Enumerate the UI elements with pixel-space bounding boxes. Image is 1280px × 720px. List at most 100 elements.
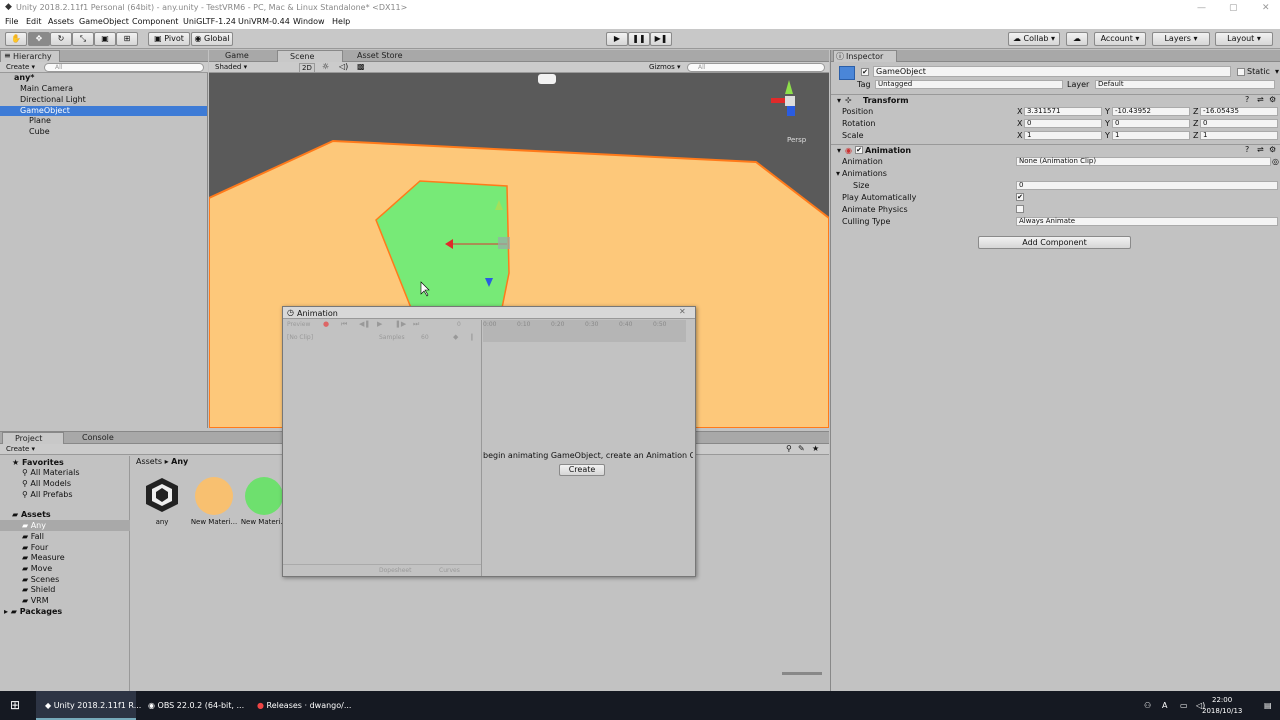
rect-tool-icon[interactable]: ▣ — [94, 32, 116, 46]
taskbar-item-chrome[interactable]: ● Releases · dwango/... — [257, 691, 351, 720]
menu-gameobject[interactable]: GameObject — [79, 17, 129, 26]
folder-item-scenes[interactable]: ▰ Scenes — [22, 575, 59, 584]
position-z-field[interactable]: -16.05435 — [1200, 107, 1278, 116]
preview-button[interactable]: Preview — [287, 321, 310, 328]
favorite-star-icon[interactable]: ★ — [812, 444, 819, 453]
last-key-icon[interactable]: ⏭ — [413, 320, 419, 329]
next-key-icon[interactable]: ❚▶ — [395, 320, 406, 328]
global-button[interactable]: ◉ Global — [191, 32, 233, 46]
samples-field[interactable]: 60 — [421, 334, 429, 341]
pause-button[interactable]: ❚❚ — [628, 32, 650, 46]
material-green-icon[interactable] — [245, 477, 283, 515]
menu-uniGLTF[interactable]: UniGLTF-1.24 — [183, 17, 236, 26]
add-event-icon[interactable]: ❙ — [469, 333, 475, 341]
rotate-tool-icon[interactable]: ↻ — [50, 32, 72, 46]
assets-header[interactable]: ▰ Assets — [12, 510, 51, 519]
frame-field[interactable]: 0 — [457, 321, 461, 328]
animation-settings-icon[interactable]: ⚙ — [1269, 145, 1276, 154]
taskbar-item-obs[interactable]: ◉ OBS 22.0.2 (64-bit, ... — [148, 691, 244, 720]
scene-orientation-gizmo[interactable] — [769, 78, 813, 122]
clock-time[interactable]: 22:00 — [1212, 696, 1232, 704]
folder-item-measure[interactable]: ▰ Measure — [22, 553, 65, 562]
hierarchy-item-main-camera[interactable]: Main Camera — [0, 84, 207, 94]
hand-tool-icon[interactable]: ✋ — [5, 32, 27, 46]
taskbar-item-unity[interactable]: ◆ Unity 2018.2.11f1 R... — [45, 691, 141, 720]
rotation-x-field[interactable]: 0 — [1024, 119, 1102, 128]
hierarchy-search-input[interactable]: All — [44, 63, 204, 72]
first-key-icon[interactable]: ⏮ — [341, 320, 347, 329]
transform-foldout-icon[interactable]: ▾ — [837, 96, 841, 105]
layout-dropdown[interactable]: Layout ▾ — [1215, 32, 1273, 46]
rotation-y-field[interactable]: 0 — [1112, 119, 1190, 128]
scene-search-input[interactable]: All — [687, 63, 825, 72]
object-picker-icon[interactable]: ◎ — [1272, 157, 1279, 166]
move-tool-icon[interactable]: ✥ — [28, 32, 50, 46]
animation-close-icon[interactable]: ✕ — [679, 307, 686, 316]
menu-edit[interactable]: Edit — [26, 17, 42, 26]
rotation-z-field[interactable]: 0 — [1200, 119, 1278, 128]
clip-dropdown[interactable]: [No Clip] — [287, 334, 313, 341]
folder-item-any[interactable]: ▰ Any — [22, 521, 46, 530]
material-orange-icon[interactable] — [195, 477, 233, 515]
layer-dropdown[interactable]: Default — [1095, 80, 1275, 89]
play-anim-icon[interactable]: ▶ — [377, 320, 382, 328]
network-icon[interactable]: ▭ — [1180, 691, 1188, 720]
effects-toggle-icon[interactable]: ▩ — [357, 62, 365, 71]
animation-foldout-icon[interactable]: ▾ — [837, 146, 841, 155]
play-automatically-checkbox[interactable]: ✔ — [1016, 193, 1024, 201]
static-dropdown-icon[interactable]: ▾ — [1275, 67, 1279, 76]
gameobject-active-checkbox[interactable]: ✔ — [861, 68, 869, 76]
play-button[interactable]: ▶ — [606, 32, 628, 46]
menu-assets[interactable]: Assets — [48, 17, 74, 26]
project-create-button[interactable]: Create ▾ — [6, 445, 35, 453]
minimize-icon[interactable]: — — [1197, 3, 1206, 13]
animate-physics-checkbox[interactable] — [1016, 205, 1024, 213]
transform-tool-icon[interactable]: ⊞ — [116, 32, 138, 46]
collab-button[interactable]: ☁ Collab ▾ — [1008, 32, 1060, 46]
folder-item-move[interactable]: ▰ Move — [22, 564, 52, 573]
tab-asset-store[interactable]: Asset Store — [345, 50, 425, 62]
packages-header[interactable]: ▸ ▰ Packages — [4, 607, 62, 616]
record-icon[interactable]: ● — [323, 320, 329, 328]
notifications-icon[interactable]: ▤ — [1264, 691, 1272, 720]
static-checkbox[interactable] — [1237, 68, 1245, 76]
plane-handle[interactable] — [498, 237, 510, 249]
favorite-item[interactable]: ⚲ All Models — [22, 479, 71, 488]
hierarchy-item-directional-light[interactable]: Directional Light — [0, 95, 207, 105]
person-icon[interactable]: ⚇ — [1144, 691, 1151, 720]
folder-item-fall[interactable]: ▰ Fall — [22, 532, 44, 541]
transform-help-icon[interactable]: ? — [1245, 95, 1249, 104]
animation-clip-field[interactable]: None (Animation Clip) — [1016, 157, 1271, 166]
tag-dropdown[interactable]: Untagged — [875, 80, 1063, 89]
gizmo-x-icon[interactable] — [771, 98, 785, 103]
tab-project[interactable]: Project — [2, 432, 64, 444]
favorite-item[interactable]: ⚲ All Prefabs — [22, 490, 73, 499]
hierarchy-item-plane[interactable]: Plane — [0, 116, 207, 126]
hierarchy-item-gameobject[interactable]: GameObject — [0, 106, 207, 116]
gizmo-center-icon[interactable] — [785, 96, 795, 106]
prev-key-icon[interactable]: ◀❚ — [359, 320, 370, 328]
animations-foldout-icon[interactable]: ▾ — [836, 169, 840, 178]
ime-indicator[interactable]: A — [1162, 691, 1167, 720]
close-icon[interactable]: ✕ — [1262, 3, 1270, 13]
scale-tool-icon[interactable]: ⤡ — [72, 32, 94, 46]
step-button[interactable]: ▶❚ — [650, 32, 672, 46]
filter-label-icon[interactable]: ✎ — [798, 444, 805, 453]
layers-dropdown[interactable]: Layers ▾ — [1152, 32, 1210, 46]
lighting-toggle-icon[interactable]: ☼ — [322, 62, 329, 71]
favorites-header[interactable]: ★ Favorites — [12, 458, 64, 467]
transform-preset-icon[interactable]: ⇌ — [1257, 95, 1264, 104]
tab-scene[interactable]: Scene — [277, 50, 343, 62]
audio-toggle-icon[interactable]: ◁) — [339, 62, 348, 71]
favorite-item[interactable]: ⚲ All Materials — [22, 468, 80, 477]
dopesheet-tab[interactable]: Dopesheet — [379, 567, 411, 574]
hierarchy-create-button[interactable]: Create ▾ — [6, 63, 35, 71]
volume-icon[interactable]: ◁) — [1196, 691, 1205, 720]
hierarchy-item-cube[interactable]: Cube — [0, 127, 207, 137]
shading-mode-dropdown[interactable]: Shaded ▾ — [215, 63, 247, 71]
create-clip-button[interactable]: Create — [559, 464, 605, 476]
menu-help[interactable]: Help — [332, 17, 350, 26]
tab-console[interactable]: Console — [70, 432, 130, 444]
timeline-ruler[interactable]: 0:00 0:10 0:20 0:30 0:40 0:50 — [483, 320, 686, 342]
position-y-field[interactable]: -10.43952 — [1112, 107, 1190, 116]
